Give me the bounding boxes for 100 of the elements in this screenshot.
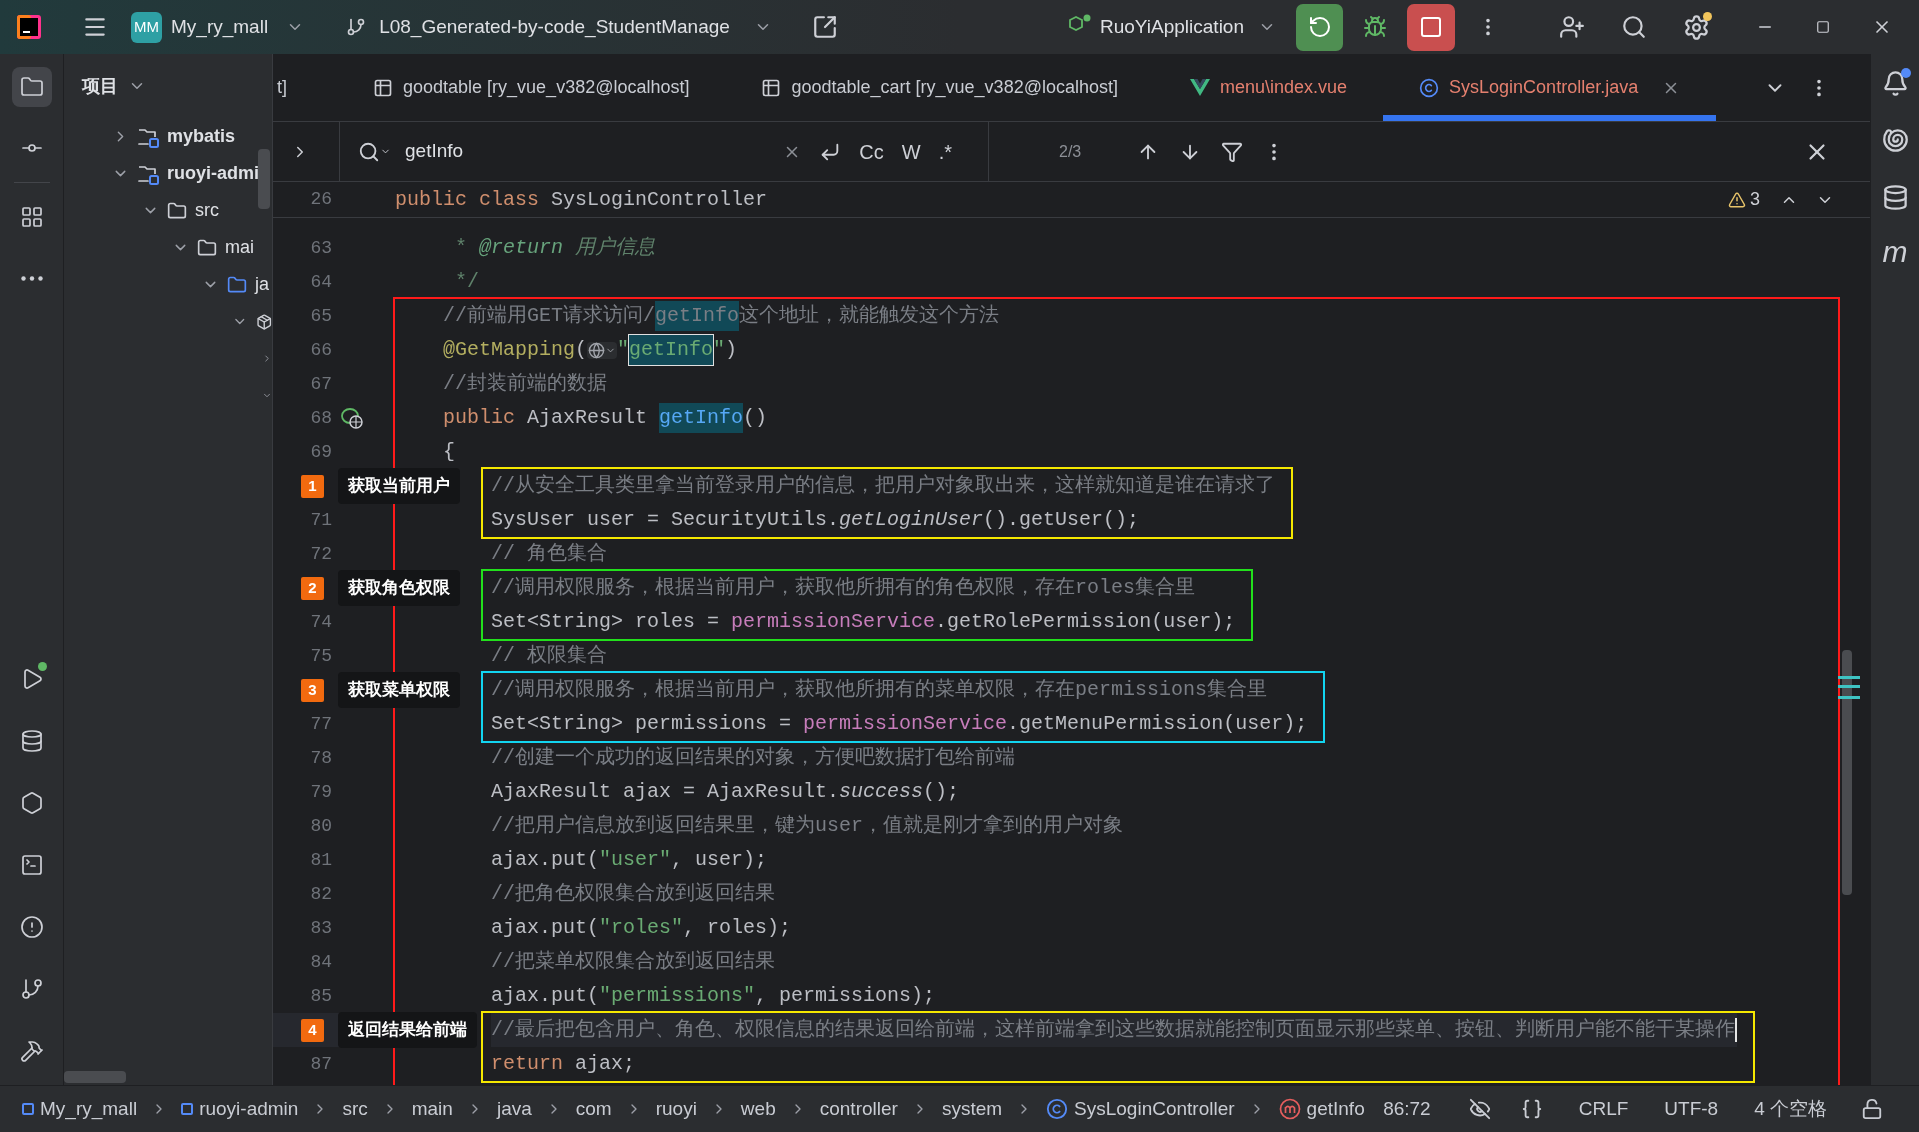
breadcrumb-item[interactable]: controller <box>819 1094 898 1124</box>
editor-tab[interactable]: menu\index.vue <box>1153 54 1384 121</box>
tree-item-label[interactable]: ja <box>255 271 269 298</box>
code-line: public AjaxResult <box>442 405 649 431</box>
code-line: 这个地址，就能触发这个方法 <box>739 303 1000 329</box>
callout-label: 获取当前用户 <box>338 468 460 504</box>
breadcrumb-item[interactable]: web <box>740 1094 776 1124</box>
maximize-icon[interactable] <box>1816 20 1830 34</box>
file-encoding[interactable]: UTF-8 <box>1664 1094 1719 1124</box>
rerun-button[interactable] <box>1296 3 1343 51</box>
code-line: //把角色权限集合放到返回结果 <box>490 881 776 907</box>
run-config-selector[interactable]: RuoYiApplication <box>1100 12 1244 42</box>
search-option-toggle[interactable]: W <box>901 136 921 167</box>
code-line: ajax.put("user", user); <box>490 847 768 873</box>
line-number: 87 <box>309 1052 332 1076</box>
terminal-icon <box>19 853 44 877</box>
stop-button[interactable] <box>1407 3 1455 51</box>
code-line: public class SysLoginController <box>395 186 768 213</box>
branch-switcher[interactable]: L08_Generated-by-code_StudentManage <box>379 12 730 42</box>
folder-icon <box>227 274 247 295</box>
table-icon <box>373 77 393 98</box>
braces-icon[interactable] <box>1520 1098 1543 1120</box>
line-number: 63 <box>309 236 332 260</box>
code-line: // 权限集合 <box>490 643 608 669</box>
callout-number: 2 <box>301 576 324 600</box>
add-user-icon[interactable] <box>1559 14 1585 40</box>
search-icon[interactable] <box>358 140 380 163</box>
search-option-toggle[interactable]: Cc <box>859 136 884 167</box>
filter-icon[interactable] <box>1221 140 1244 163</box>
line-number: 85 <box>309 984 332 1008</box>
warning-count[interactable]: 3 <box>1750 186 1760 213</box>
search-field[interactable]: getInfo <box>405 137 784 166</box>
line-number: 71 <box>309 508 332 532</box>
tool-window-button[interactable] <box>11 67 52 107</box>
project-switcher[interactable]: My_ry_mall <box>171 12 269 42</box>
code-line: // 角色集合 <box>490 541 608 567</box>
problems-icon <box>19 915 44 939</box>
table-icon <box>761 77 782 98</box>
code-line: */ <box>454 269 479 295</box>
line-number: 67 <box>309 372 332 396</box>
globe-selector[interactable] <box>587 341 618 359</box>
breadcrumb-item[interactable]: My_ry_mall <box>40 1094 138 1124</box>
breadcrumb-item[interactable]: ruoyi <box>655 1094 697 1124</box>
search-match: getInfo <box>659 403 744 433</box>
code-line: ajax.put("roles", roles); <box>490 915 792 941</box>
debug-icon[interactable] <box>1363 15 1387 39</box>
code-line: //调用权限服务，根据当前用户，获取他所拥有的角色权限，存在roles集合里 <box>491 575 1195 601</box>
code-line: ajax.put("permissions", permissions); <box>490 983 936 1009</box>
scrollbar-thumb[interactable] <box>64 1071 126 1083</box>
database-icon[interactable] <box>1881 184 1909 211</box>
notifications-icon[interactable] <box>1881 70 1909 97</box>
breadcrumb-item[interactable]: getInfo <box>1306 1094 1365 1124</box>
breadcrumb-item[interactable]: system <box>941 1094 1003 1124</box>
breadcrumb-item[interactable]: SysLoginController <box>1074 1094 1235 1124</box>
line-number: 79 <box>309 780 332 804</box>
breadcrumb-item[interactable]: java <box>496 1094 532 1124</box>
editor-tab[interactable]: goodtable [ry_vue_v382@localhost] <box>337 54 726 121</box>
tree-item-label[interactable]: mybatis <box>167 123 236 150</box>
line-number: 77 <box>309 712 332 736</box>
breadcrumb-item[interactable]: com <box>575 1094 612 1124</box>
maven-label[interactable]: m <box>1882 237 1908 267</box>
scrollbar-thumb[interactable] <box>258 149 270 209</box>
open-external-icon[interactable] <box>811 14 838 40</box>
caret-position[interactable]: 86:72 <box>1383 1094 1431 1124</box>
line-number: 84 <box>309 950 332 974</box>
lock-icon[interactable] <box>1861 1098 1883 1120</box>
module-icon <box>22 1103 34 1115</box>
tree-item-label[interactable]: ruoyi-admi <box>167 160 259 187</box>
indent-setting[interactable]: 4 个空格 <box>1754 1094 1827 1124</box>
change-markers-icon <box>1838 676 1860 700</box>
breadcrumb-item[interactable]: src <box>342 1094 368 1124</box>
branch-icon <box>346 17 367 37</box>
eye-off-icon[interactable] <box>1468 1098 1491 1120</box>
spiral-icon[interactable] <box>1881 127 1909 154</box>
search-icon[interactable] <box>1621 14 1647 40</box>
line-number: 69 <box>309 440 332 464</box>
folder-icon <box>19 75 44 99</box>
editor-tab[interactable]: t] <box>273 54 337 121</box>
tree-item-label[interactable]: src <box>195 197 219 224</box>
tree-item-label[interactable]: mai <box>225 234 254 261</box>
line-number: 78 <box>309 746 332 770</box>
settings-icon[interactable] <box>1683 13 1710 41</box>
app-logo-icon[interactable] <box>17 15 41 39</box>
breadcrumb-item[interactable]: ruoyi-admin <box>199 1094 299 1124</box>
scrollbar-thumb[interactable] <box>1842 650 1852 895</box>
code-line: //把用户信息放到返回结果里，键为user，值就是刚才拿到的用户对象 <box>490 813 1124 839</box>
project-badge: MM <box>131 11 162 43</box>
editor-tab[interactable]: SysLoginController.java <box>1383 54 1717 121</box>
code-line: //把菜单权限集合放到返回结果 <box>490 949 776 975</box>
warning-icon[interactable] <box>1728 190 1746 209</box>
endpoint-icon[interactable] <box>341 407 363 429</box>
line-ending[interactable]: CRLF <box>1578 1094 1629 1124</box>
more-icon <box>20 275 43 281</box>
breadcrumb-item[interactable]: main <box>411 1094 453 1124</box>
hammer-icon <box>19 1039 44 1063</box>
code-line: AjaxResult ajax = AjaxResult.success(); <box>490 779 960 805</box>
panel-title[interactable]: 项目 <box>82 72 118 100</box>
editor-tab[interactable]: goodtable_cart [ry_vue_v382@localhost] <box>725 54 1154 121</box>
search-option-toggle[interactable]: .* <box>938 136 952 167</box>
services-icon <box>19 791 44 815</box>
